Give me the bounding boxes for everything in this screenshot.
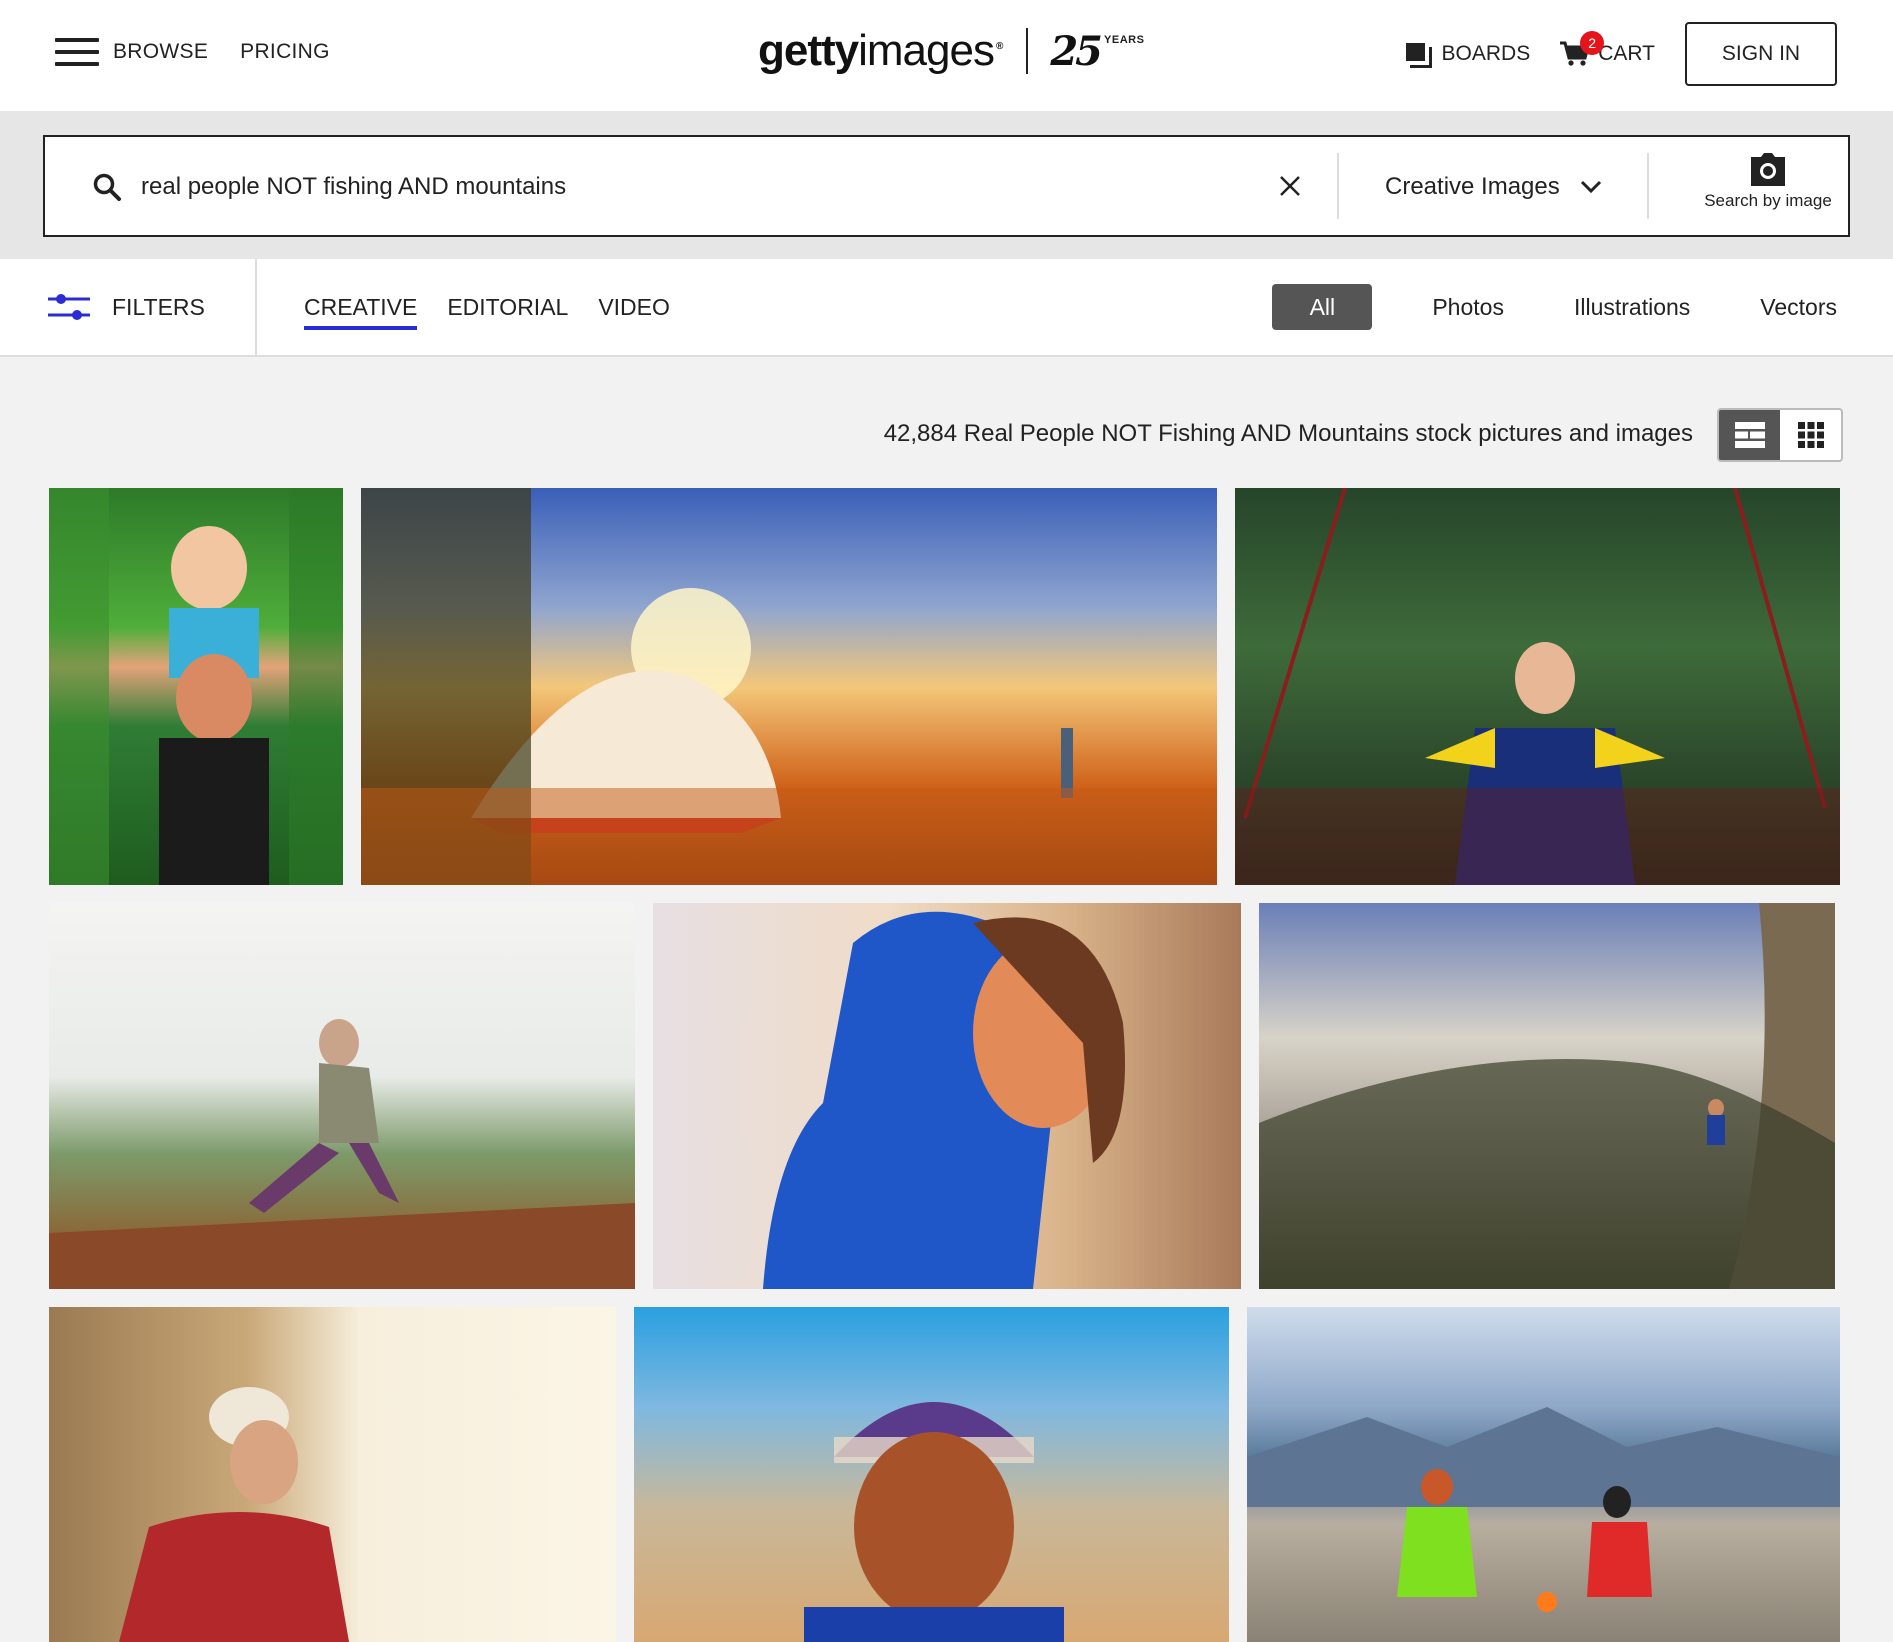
- search-scope-dropdown[interactable]: Creative Images: [1385, 159, 1602, 215]
- image-tile-two-hikers-summit[interactable]: [1247, 1307, 1840, 1642]
- tab-illustrations[interactable]: Illustrations: [1574, 294, 1690, 321]
- camera-icon: [1751, 153, 1785, 186]
- nav-left: BROWSE PRICING: [55, 38, 362, 66]
- image-tile-woman-rope-bridge[interactable]: [1235, 488, 1840, 885]
- search-band: Creative Images Search by image: [0, 111, 1893, 259]
- image-tile-climber-cliff-mist[interactable]: [1259, 903, 1835, 1289]
- cart-icon: 2: [1560, 31, 1605, 67]
- view-toggle: [1717, 408, 1843, 462]
- tab-editorial[interactable]: EDITORIAL: [447, 294, 568, 321]
- photo-climber-cliff-mist: [1259, 903, 1835, 1289]
- menu-icon[interactable]: [55, 38, 99, 66]
- results-count: 42,884 Real People NOT Fishing AND Mount…: [883, 420, 1693, 447]
- sign-in-button[interactable]: SIGN IN: [1685, 22, 1837, 86]
- photo-dad-child-jungle: [49, 488, 343, 885]
- photo-woman-rope-bridge: [1235, 488, 1840, 885]
- search-by-image-label: Search by image: [1704, 191, 1832, 210]
- search-input[interactable]: [141, 161, 1241, 213]
- boards-label: BOARDS: [1441, 42, 1531, 65]
- boards-icon: [1405, 43, 1432, 68]
- photo-woman-blue-hood: [763, 911, 1125, 1289]
- image-tile-hiker-leaping-rocks[interactable]: [49, 903, 635, 1289]
- content-tabs: CREATIVE EDITORIAL VIDEO: [304, 259, 700, 355]
- type-tabs: All Photos Illustrations Vectors: [1272, 284, 1837, 330]
- mosaic-view-button[interactable]: [1719, 410, 1780, 460]
- image-tile-dad-child-jungle[interactable]: [49, 488, 343, 885]
- search-icon[interactable]: [93, 173, 121, 201]
- photo-tent-sunset-camp: [361, 488, 1217, 885]
- sliders-icon: [48, 294, 90, 320]
- tab-all[interactable]: All: [1272, 284, 1373, 330]
- logo-divider: [1026, 28, 1029, 74]
- getty-images-logo[interactable]: gettyimages ® 25 YEARS: [758, 26, 1144, 76]
- tab-creative[interactable]: CREATIVE: [304, 294, 418, 330]
- tab-vectors[interactable]: Vectors: [1760, 294, 1837, 321]
- search-by-image-button[interactable]: Search by image: [1685, 153, 1851, 223]
- logo-wordmark: gettyimages ®: [758, 26, 1003, 75]
- chevron-down-icon: [1580, 180, 1601, 194]
- photo-hiker-leaping-rocks: [49, 1019, 635, 1289]
- cart-label: CART: [1598, 42, 1655, 65]
- filters-label: FILTERS: [112, 293, 205, 320]
- tab-photos[interactable]: Photos: [1432, 294, 1504, 321]
- logo-years-label: YEARS: [1104, 34, 1145, 46]
- search-divider: [1647, 153, 1649, 219]
- filters-button[interactable]: FILTERS: [48, 259, 205, 355]
- pricing-link[interactable]: PRICING: [240, 40, 330, 64]
- photo-man-knit-hat: [804, 1402, 1064, 1642]
- tab-video[interactable]: VIDEO: [598, 294, 670, 321]
- logo-25-years: 25: [1050, 27, 1103, 75]
- grid-view-button[interactable]: [1780, 410, 1841, 460]
- top-navigation: BROWSE PRICING gettyimages ® 25 YEARS BOA…: [0, 0, 1893, 111]
- search-scope-label: Creative Images: [1385, 173, 1560, 200]
- grid-view-icon: [1797, 422, 1824, 448]
- boards-link[interactable]: BOARDS: [1405, 42, 1531, 68]
- mosaic-view-icon: [1734, 422, 1765, 448]
- image-tile-climber-helmet-rock[interactable]: [49, 1307, 616, 1642]
- cart-link[interactable]: 2 CART: [1560, 31, 1655, 67]
- search-bar: Creative Images Search by image: [43, 135, 1850, 237]
- image-tile-woman-blue-hood[interactable]: [653, 903, 1241, 1289]
- nav-right: BOARDS 2 CART SIGN IN: [1405, 22, 1837, 86]
- photo-climber-helmet-rock: [119, 1387, 349, 1642]
- photo-two-hikers-summit: [1247, 1407, 1840, 1612]
- search-divider: [1337, 153, 1339, 219]
- image-tile-man-knit-hat[interactable]: [634, 1307, 1229, 1642]
- filters-divider: [255, 259, 257, 357]
- filter-bar: FILTERS CREATIVE EDITORIAL VIDEO All Pho…: [0, 259, 1893, 357]
- image-tile-tent-sunset-camp[interactable]: [361, 488, 1217, 885]
- close-icon[interactable]: [1275, 171, 1305, 201]
- browse-link[interactable]: BROWSE: [113, 40, 208, 64]
